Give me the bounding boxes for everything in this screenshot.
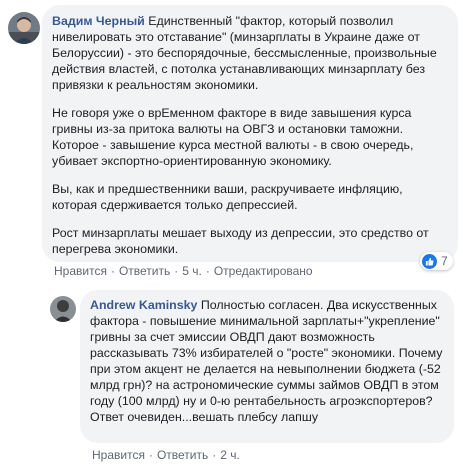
avatar-photo (50, 296, 76, 322)
reply-button[interactable]: Ответить (157, 448, 208, 462)
reply-text: Полностью согласен. Два искусственных фа… (90, 298, 443, 424)
reaction-count[interactable]: 7 (420, 252, 453, 270)
timestamp[interactable]: 2 ч. (220, 448, 240, 462)
comment-paragraph: Не говоря уже о врЕменном факторе в виде… (52, 106, 414, 168)
timestamp[interactable]: 5 ч. (182, 264, 202, 278)
reaction-count-value: 7 (441, 254, 448, 268)
comment-actions: Нравится · Ответить · 5 ч. · Отредактировано (54, 264, 313, 278)
separator-dot: · (212, 448, 217, 462)
reply-author[interactable]: Andrew Kaminsky (90, 298, 197, 312)
like-button[interactable]: Нравится (92, 448, 145, 462)
separator-dot: · (174, 264, 179, 278)
separator-dot: · (110, 264, 115, 278)
avatar[interactable] (8, 12, 40, 44)
comment-paragraph: Вадим Черный Единственный "фактор, котор… (52, 13, 448, 93)
like-icon (422, 253, 437, 269)
reply-button[interactable]: Ответить (119, 264, 170, 278)
edited-label[interactable]: Отредактировано (214, 264, 313, 278)
avatar[interactable] (50, 296, 76, 322)
comment-paragraph: Вы, как и предшественники ваши, раскручи… (52, 182, 403, 212)
like-button[interactable]: Нравится (54, 264, 107, 278)
separator-dot: · (205, 264, 210, 278)
avatar-photo (8, 12, 40, 44)
comment-author[interactable]: Вадим Черный (52, 14, 145, 28)
comment-paragraph: Рост минзарплаты мешает выходу из депрес… (52, 226, 429, 256)
reply-actions: Нравится · Ответить · 2 ч. (92, 448, 240, 462)
reply-bubble: Andrew Kaminsky Полностью согласен. Два … (80, 290, 454, 443)
reply-paragraph: Andrew Kaminsky Полностью согласен. Два … (90, 297, 444, 425)
separator-dot: · (148, 448, 153, 462)
comment-bubble: Вадим Черный Единственный "фактор, котор… (42, 5, 458, 262)
